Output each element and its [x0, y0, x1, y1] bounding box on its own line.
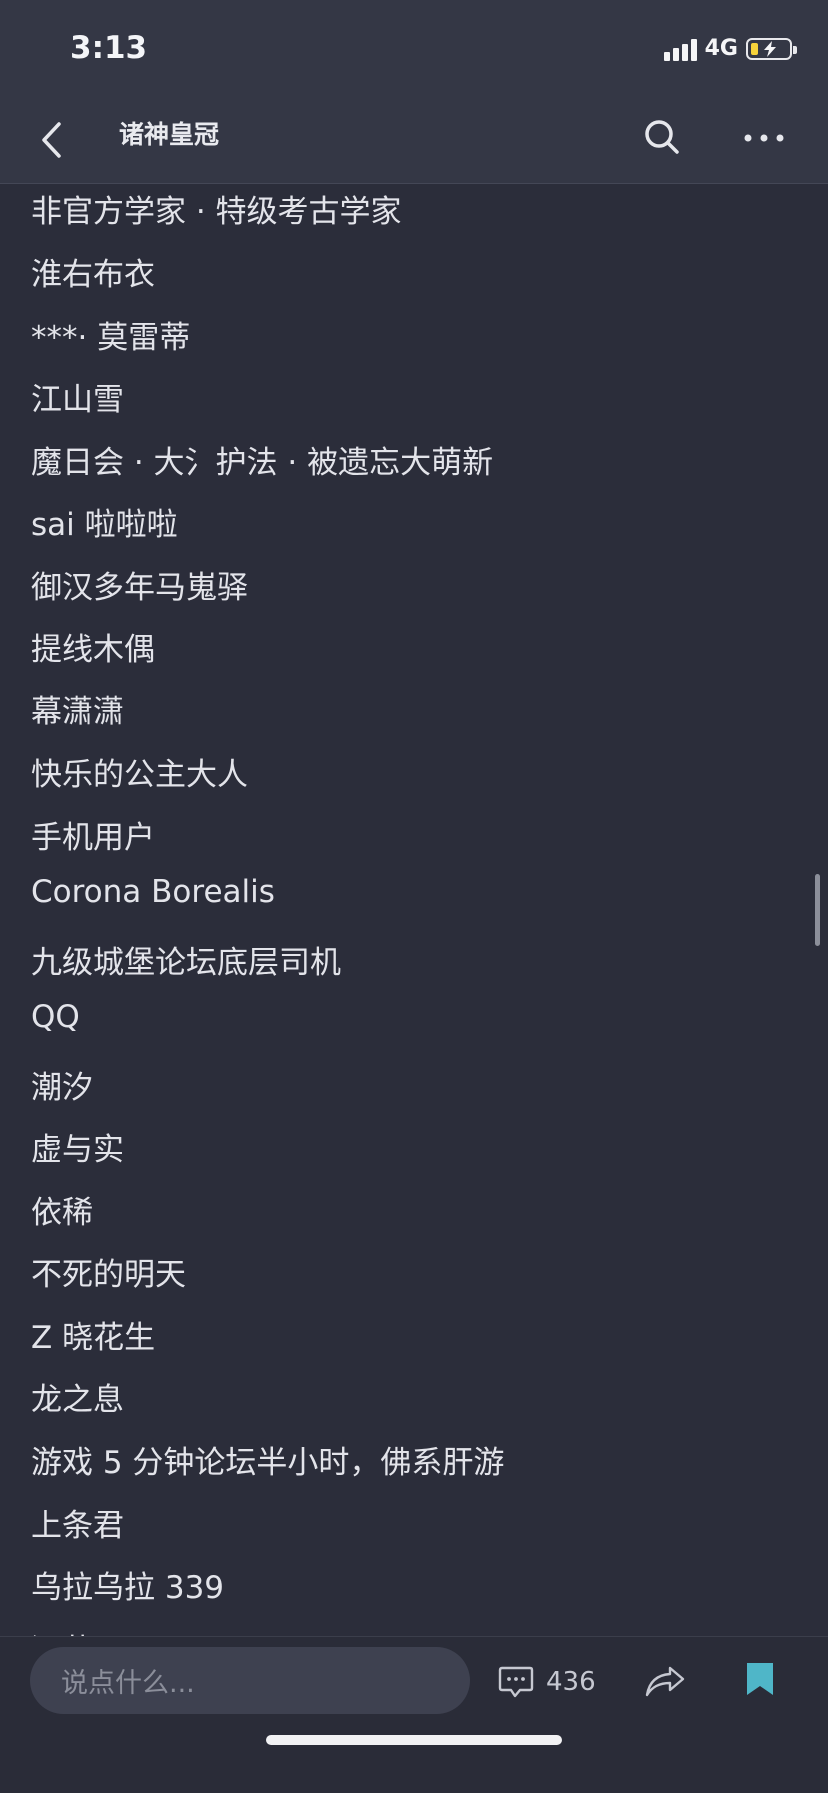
list-item: 游戏 5 分钟论坛半小时，佛系肝游 — [31, 1445, 505, 1481]
share-icon[interactable] — [644, 1665, 686, 1697]
page-title: 诸神皇冠 — [119, 120, 220, 149]
list-item: 潮汐 — [31, 1070, 93, 1106]
list-item: 魔日会 · 大氵护法 · 被遗忘大萌新 — [31, 445, 494, 481]
network-label: 4G — [704, 36, 738, 61]
list-item: 龙之息 — [31, 1382, 124, 1418]
list-item: 九级城堡论坛底层司机 — [31, 945, 341, 981]
comment-count: 436 — [546, 1667, 596, 1697]
list-item: 酒菜 — [31, 1625, 93, 1636]
list-item: 幕潇潇 — [31, 694, 124, 730]
status-icons: 4G — [663, 36, 797, 61]
list-item: 提线木偶 — [31, 632, 155, 668]
list-item: Corona Borealis — [31, 874, 275, 910]
list-item: ***· 莫雷蒂 — [31, 320, 191, 356]
top-bar: 3:13 4G 诸神皇冠 — [0, 0, 828, 184]
comment-input-placeholder: 说点什么... — [61, 1668, 195, 1699]
list-item: 依稀 — [31, 1195, 93, 1231]
signal-icon — [663, 37, 697, 61]
charging-bolt-icon — [764, 40, 776, 57]
list-item: 乌拉乌拉 339 — [31, 1570, 225, 1606]
list-item: 江山雪 — [31, 382, 124, 418]
list-item: sai 啦啦啦 — [31, 507, 178, 543]
list-item: 快乐的公主大人 — [31, 757, 248, 793]
list-item: 上条君 — [31, 1508, 124, 1544]
list-item: 不死的明天 — [31, 1257, 186, 1293]
battery-icon — [746, 37, 797, 60]
bottom-bar: 说点什么... 436 — [0, 1636, 828, 1793]
list-item: 虚与实 — [31, 1132, 124, 1168]
home-indicator[interactable] — [266, 1735, 562, 1745]
status-time: 3:13 — [70, 30, 148, 66]
list-item: 手机用户 — [31, 820, 155, 856]
name-list: 非官方学家 · 特级考古学家 淮右布衣 ***· 莫雷蒂 江山雪 魔日会 · 大… — [0, 184, 828, 1636]
comment-button[interactable]: 436 — [498, 1665, 596, 1699]
chevron-left-icon[interactable] — [36, 118, 70, 162]
comment-input[interactable]: 说点什么... — [30, 1647, 470, 1714]
more-icon[interactable] — [743, 128, 785, 148]
list-item: 非官方学家 · 特级考古学家 — [31, 194, 402, 230]
bookmark-icon[interactable] — [745, 1661, 775, 1697]
list-item: 淮右布衣 — [31, 257, 155, 293]
search-icon[interactable] — [643, 118, 681, 156]
battery-level-fill — [751, 42, 758, 55]
list-item: Z 晓花生 — [31, 1320, 156, 1356]
comment-icon — [498, 1666, 534, 1698]
list-item: QQ — [31, 999, 80, 1035]
scrollbar[interactable] — [815, 874, 820, 946]
list-item: 御汉多年马嵬驿 — [31, 570, 248, 606]
